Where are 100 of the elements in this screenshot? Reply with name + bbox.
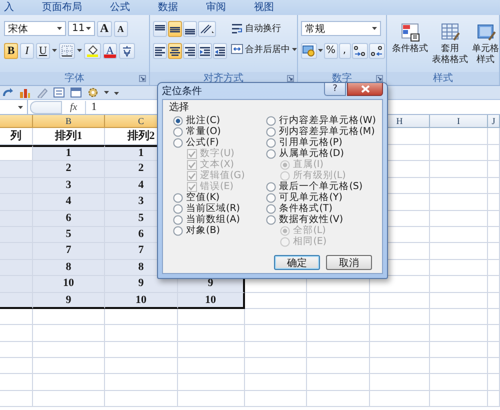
option-label: 逻辑值(G) <box>200 170 245 181</box>
ok-button[interactable]: 确定 <box>274 255 320 270</box>
ribbon-tab[interactable]: 页面布局 <box>38 0 86 14</box>
ribbon-tab[interactable]: 数据 <box>154 0 182 14</box>
dialog-launcher-icon[interactable] <box>287 75 294 82</box>
option-label: 当前数组(A) <box>186 214 240 225</box>
middle-align-icon[interactable] <box>168 20 182 36</box>
dialog-launcher-icon[interactable] <box>376 75 383 82</box>
fill-color-icon[interactable] <box>84 42 101 58</box>
column-header[interactable] <box>0 115 33 128</box>
italic-button[interactable]: I <box>20 42 34 58</box>
radio-button[interactable] <box>266 214 276 224</box>
table-cell: 3 <box>33 178 105 194</box>
radio-button[interactable] <box>266 182 276 192</box>
empty-cell <box>488 325 500 342</box>
table-cell: 2 <box>33 161 105 178</box>
option-label: 所有级别(L) <box>293 170 346 181</box>
orientation-icon[interactable] <box>198 20 216 36</box>
grow-font-button[interactable]: A <box>97 20 112 36</box>
align-center-icon[interactable] <box>168 42 182 58</box>
table-cell: 10 <box>178 292 245 309</box>
close-button[interactable] <box>347 83 383 96</box>
table-format-button[interactable]: 套用 表格格式 <box>431 20 469 68</box>
bold-button[interactable]: B <box>4 42 18 58</box>
currency-icon[interactable] <box>301 42 317 58</box>
empty-cell <box>0 325 33 342</box>
conditional-format-button[interactable]: 条件格式 <box>391 20 429 68</box>
cell-style-button[interactable]: 单元格 样式 <box>471 20 500 68</box>
redo-icon[interactable] <box>2 87 14 98</box>
radio-button[interactable] <box>266 138 276 148</box>
window-icon[interactable] <box>70 87 82 98</box>
radio-button[interactable] <box>173 138 183 148</box>
align-right-icon[interactable] <box>183 42 197 58</box>
decrease-indent-icon[interactable] <box>198 42 212 58</box>
underline-button[interactable]: U <box>36 42 50 58</box>
radio-button[interactable] <box>173 214 183 224</box>
caret-icon <box>86 27 91 30</box>
number-format-field[interactable]: 常规 <box>301 21 381 36</box>
group-title: 字体 <box>64 72 84 84</box>
percent-button[interactable]: % <box>324 42 338 58</box>
column-header[interactable]: J <box>488 115 500 128</box>
radio-button[interactable] <box>173 226 183 236</box>
merge-center-icon <box>231 43 243 55</box>
radio-button[interactable] <box>173 116 183 126</box>
shrink-font-button[interactable]: A <box>114 20 128 36</box>
function-label[interactable]: fx <box>70 102 78 112</box>
ribbon-tab[interactable]: 视图 <box>250 0 278 14</box>
formula-input-field[interactable]: 1 <box>85 100 97 114</box>
dialog-launcher-icon[interactable] <box>139 75 146 82</box>
align-left-icon[interactable] <box>153 42 167 58</box>
column-header[interactable]: I <box>430 115 488 128</box>
empty-cell <box>488 308 500 326</box>
option-label: 常量(O) <box>186 126 221 137</box>
empty-cell <box>0 308 33 326</box>
cancel-button[interactable]: 取消 <box>326 255 372 270</box>
radio-button[interactable] <box>266 116 276 126</box>
merge-center-button[interactable]: 合并后居中 <box>229 41 299 57</box>
border-icon[interactable] <box>59 42 75 58</box>
font-color-button[interactable]: A <box>103 42 117 58</box>
option-label: 列内容差异单元格(M) <box>279 126 375 137</box>
radio-button[interactable] <box>266 204 276 214</box>
chart-icon[interactable] <box>19 87 31 98</box>
bottom-align-icon[interactable] <box>183 20 197 36</box>
option-label: 空值(K) <box>186 192 220 203</box>
formula-bar-handle[interactable] <box>30 100 62 114</box>
table-cell: 5 <box>33 226 105 244</box>
wrap-text-button[interactable]: 自动换行 <box>229 20 299 36</box>
gear-icon[interactable] <box>87 87 99 98</box>
empty-cell <box>430 390 488 408</box>
empty-cell <box>307 342 370 358</box>
radio-button[interactable] <box>266 192 276 202</box>
empty-cell <box>33 325 105 342</box>
caret-icon <box>52 49 57 52</box>
column-header[interactable]: B <box>33 115 105 128</box>
top-align-icon[interactable] <box>153 20 167 36</box>
font-name-field[interactable]: 宋体 <box>4 21 66 36</box>
radio-button[interactable] <box>266 148 276 158</box>
ribbon-tab[interactable]: 入 <box>0 0 18 14</box>
form-icon[interactable] <box>53 87 65 98</box>
radio-button[interactable] <box>173 192 183 202</box>
caret-icon <box>372 27 377 30</box>
help-button[interactable]: ? <box>324 83 346 96</box>
option-label: 从属单元格(D) <box>279 148 344 159</box>
radio-button[interactable] <box>173 204 183 214</box>
empty-cell <box>307 358 370 374</box>
ribbon-tab[interactable]: 审阅 <box>202 0 230 14</box>
radio-button[interactable] <box>266 126 276 136</box>
increase-decimal-icon[interactable] <box>352 42 368 58</box>
decrease-decimal-icon[interactable] <box>368 42 385 58</box>
option-label: 数字(U) <box>200 148 234 159</box>
empty-cell <box>370 358 430 374</box>
radio-button[interactable] <box>173 126 183 136</box>
empty-cell <box>430 325 488 342</box>
ribbon-tab[interactable]: 公式 <box>106 0 134 14</box>
option-label: 最后一个单元格(S) <box>279 181 363 192</box>
customize-icon[interactable] <box>114 90 120 96</box>
font-size-field[interactable]: 11 <box>68 21 95 36</box>
phonetic-icon[interactable] <box>119 42 135 58</box>
comma-button[interactable]: , <box>338 42 351 58</box>
increase-indent-icon[interactable] <box>213 42 227 58</box>
